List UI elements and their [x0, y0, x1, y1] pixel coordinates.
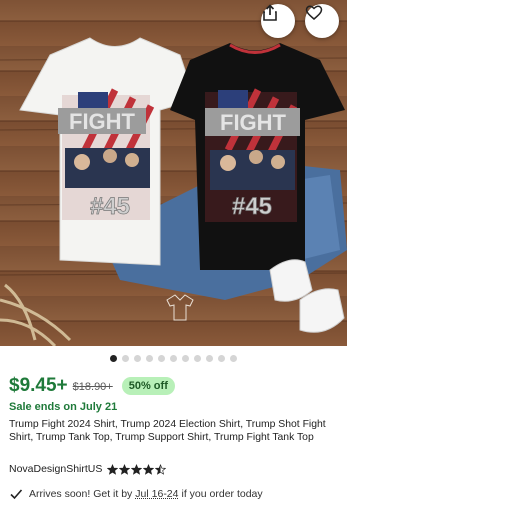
- sale-price: $9.45+: [9, 375, 68, 396]
- carousel-dot[interactable]: [230, 354, 237, 362]
- share-button[interactable]: [261, 4, 295, 38]
- sale-end-text: Sale ends on July 21: [9, 401, 118, 413]
- shop-name[interactable]: NovaDesignShirtUS: [9, 463, 102, 475]
- listing-title[interactable]: Trump Fight 2024 Shirt, Trump 2024 Elect…: [9, 419, 339, 444]
- product-image[interactable]: FIGHT #45 FIGHT #45: [0, 0, 347, 346]
- carousel-dot[interactable]: [194, 354, 201, 362]
- white-shirt-bottom-text: #45: [90, 193, 130, 220]
- favorite-button[interactable]: [305, 4, 339, 38]
- original-price: $18.90+: [72, 381, 113, 393]
- delivery-dates[interactable]: Jul 16-24: [135, 488, 178, 500]
- check-icon: [10, 489, 23, 500]
- carousel-dot[interactable]: [134, 354, 141, 362]
- star-icon: [143, 463, 155, 475]
- discount-badge: 50% off: [121, 377, 175, 395]
- carousel-dot[interactable]: [218, 354, 225, 362]
- product-photo-illustration: FIGHT #45 FIGHT #45: [0, 37, 347, 346]
- carousel-dot[interactable]: [122, 354, 129, 362]
- star-icon: [119, 463, 131, 475]
- carousel-dot[interactable]: [110, 354, 117, 362]
- star-icon: [131, 463, 143, 475]
- black-shirt-bottom-text: #45: [232, 193, 272, 220]
- carousel-dot[interactable]: [158, 354, 165, 362]
- star-icon: [155, 463, 167, 475]
- share-icon: [263, 4, 277, 21]
- price-row: $9.45+ $18.90+ 50% off: [9, 375, 175, 397]
- delivery-prefix: Arrives soon! Get it by: [29, 488, 133, 500]
- heart-icon: [305, 5, 323, 20]
- delivery-suffix: if you order today: [181, 488, 263, 500]
- black-shirt-top-text: FIGHT: [220, 110, 287, 135]
- rating-stars: [107, 463, 167, 475]
- shop-row: NovaDesignShirtUS: [9, 463, 167, 475]
- delivery-info: Arrives soon! Get it by Jul 16-24 if you…: [9, 487, 263, 501]
- star-icon: [107, 463, 119, 475]
- white-shirt-top-text: FIGHT: [69, 109, 136, 134]
- carousel-dot[interactable]: [170, 354, 177, 362]
- carousel-dot[interactable]: [146, 354, 153, 362]
- carousel-indicator[interactable]: [0, 352, 347, 364]
- carousel-dot[interactable]: [206, 354, 213, 362]
- carousel-dot[interactable]: [182, 354, 189, 362]
